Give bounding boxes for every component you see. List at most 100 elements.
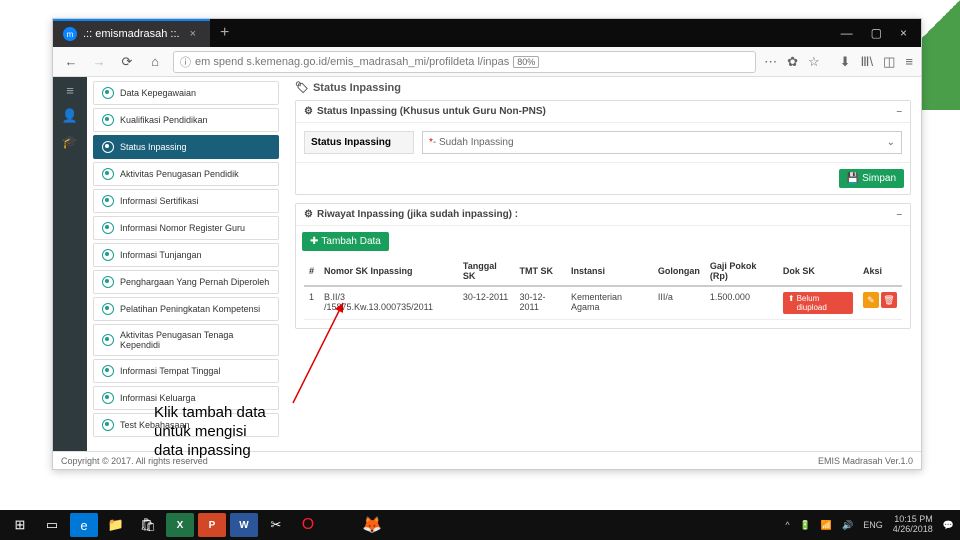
status-row: Status Inpassing * - Sudah Inpassing xyxy=(304,131,902,154)
circle-icon xyxy=(102,114,114,126)
circle-icon xyxy=(102,222,114,234)
sidebar-item-label: Informasi Tempat Tinggal xyxy=(120,366,220,376)
browser-window: m .:: emismadrasah ::. × + — ▢ × ← → ⟳ ⌂… xyxy=(52,18,922,470)
menu-icon[interactable]: ≡ xyxy=(905,54,913,69)
clock[interactable]: 10:15 PM 4/26/2018 xyxy=(893,515,933,535)
sidebar-item-label: Penghargaan Yang Pernah Diperoleh xyxy=(120,277,269,287)
circle-icon xyxy=(102,141,114,153)
explorer-icon[interactable]: 📁 xyxy=(102,513,130,537)
zoom-badge[interactable]: 80% xyxy=(513,56,539,68)
powerpoint-icon[interactable]: P xyxy=(198,513,226,537)
col-tmt: TMT SK xyxy=(515,257,566,286)
gear-icon: ⚙ xyxy=(304,106,313,117)
tab-close-icon[interactable]: × xyxy=(186,28,200,40)
sidebar-item-nrg[interactable]: Informasi Nomor Register Guru xyxy=(93,216,279,240)
edit-button[interactable]: ✎ xyxy=(863,292,879,308)
add-data-button[interactable]: ✚ Tambah Data xyxy=(302,232,389,251)
col-gaji: Gaji Pokok (Rp) xyxy=(705,257,778,286)
sidebar-item-kualifikasi[interactable]: Kualifikasi Pendidikan xyxy=(93,108,279,132)
sidebar-item-label: Data Kepegawaian xyxy=(120,88,196,98)
back-button[interactable]: ← xyxy=(61,54,81,69)
riwayat-table: # Nomor SK Inpassing Tanggal SK TMT SK I… xyxy=(304,257,902,320)
annotation-text: Klik tambah data untuk mengisi data inpa… xyxy=(154,404,266,460)
forward-button[interactable]: → xyxy=(89,54,109,69)
sidebar-item-aktivitas-pendidik[interactable]: Aktivitas Penugasan Pendidik xyxy=(93,162,279,186)
site-info-icon[interactable]: ⓘ xyxy=(180,54,191,70)
delete-button[interactable]: 🗑 xyxy=(881,292,897,308)
sidebar-item-aktivitas-tenaga[interactable]: Aktivitas Penugasan Tenaga Kependidi xyxy=(93,324,279,356)
snip-icon[interactable]: ✂ xyxy=(262,513,290,537)
sidebar-item-label: Informasi Sertifikasi xyxy=(120,196,199,206)
minimize-button[interactable]: — xyxy=(841,26,853,40)
opera-icon[interactable]: O xyxy=(294,513,322,537)
sidebar-item-label: Aktivitas Penugasan Tenaga Kependidi xyxy=(120,330,270,350)
url-bar[interactable]: ⓘ em spend s.kemenag.go.id/emis_madrasah… xyxy=(173,51,756,73)
sidebar-item-penghargaan[interactable]: Penghargaan Yang Pernah Diperoleh xyxy=(93,270,279,294)
chrome-icon[interactable] xyxy=(326,513,354,537)
word-icon[interactable]: W xyxy=(230,513,258,537)
sidebar-item-tempat-tinggal[interactable]: Informasi Tempat Tinggal xyxy=(93,359,279,383)
volume-icon[interactable]: 🔊 xyxy=(842,520,853,531)
download-icon[interactable]: ⬇ xyxy=(840,54,851,70)
excel-icon[interactable]: X xyxy=(166,513,194,537)
save-button[interactable]: 💾 Simpan xyxy=(839,169,904,188)
reader-icon[interactable]: ✿ xyxy=(787,54,798,70)
home-button[interactable]: ⌂ xyxy=(145,54,165,69)
circle-icon xyxy=(102,276,114,288)
bookmark-icon[interactable]: ☆ xyxy=(808,54,820,70)
start-button[interactable]: ⊞ xyxy=(6,513,34,537)
sidebar-item-inpassing[interactable]: Status Inpassing xyxy=(93,135,279,159)
status-select[interactable]: * - Sudah Inpassing xyxy=(422,131,902,154)
sidebar-menu: Data Kepegawaian Kualifikasi Pendidikan … xyxy=(87,77,285,451)
sidebar-item-pelatihan[interactable]: Pelatihan Peningkatan Kompetensi xyxy=(93,297,279,321)
tray-up-icon[interactable]: ^ xyxy=(785,520,789,530)
main-panel: 🏷 Status Inpassing ⚙ Status Inpassing (K… xyxy=(285,77,921,451)
circle-icon xyxy=(102,168,114,180)
battery-icon[interactable]: 🔋 xyxy=(800,520,811,531)
circle-icon xyxy=(102,87,114,99)
url-text: em spend s.kemenag.go.id/emis_madrasah_m… xyxy=(195,56,509,68)
close-button[interactable]: × xyxy=(900,26,907,40)
table-row: 1 B.II/3 /15875.Kw.13.000735/2011 30-12-… xyxy=(304,286,902,320)
gear-icon: ⚙ xyxy=(304,209,313,220)
sidebar-icon[interactable]: ◫ xyxy=(883,54,895,70)
strip-user-icon[interactable]: 👤 xyxy=(62,108,78,124)
store-icon[interactable]: 🛍 xyxy=(134,513,162,537)
collapse-icon[interactable]: – xyxy=(896,209,902,220)
col-gol: Golongan xyxy=(653,257,705,286)
window-controls: — ▢ × xyxy=(827,26,921,40)
upload-status-badge[interactable]: ⬆Belum diupload xyxy=(783,292,853,314)
sidebar-item-label: Status Inpassing xyxy=(120,142,187,152)
sidebar-item-label: Kualifikasi Pendidikan xyxy=(120,115,208,125)
firefox-icon[interactable]: 🦊 xyxy=(358,513,386,537)
edge-icon[interactable]: e xyxy=(70,513,98,537)
col-tgl: Tanggal SK xyxy=(458,257,515,286)
col-instansi: Instansi xyxy=(566,257,653,286)
new-tab-button[interactable]: + xyxy=(210,24,239,42)
reload-button[interactable]: ⟳ xyxy=(117,54,137,70)
status-label: Status Inpassing xyxy=(304,131,414,154)
task-view-button[interactable]: ▭ xyxy=(38,513,66,537)
sidebar-item-tunjangan[interactable]: Informasi Tunjangan xyxy=(93,243,279,267)
collapse-icon[interactable]: – xyxy=(896,106,902,117)
strip-grad-icon[interactable]: 🎓 xyxy=(62,134,78,150)
strip-menu-icon[interactable]: ≡ xyxy=(66,83,74,98)
sidebar-item-label: Pelatihan Peningkatan Kompetensi xyxy=(120,304,260,314)
lang-indicator[interactable]: ENG xyxy=(863,520,883,530)
library-icon[interactable]: Ⅲ\ xyxy=(861,54,874,70)
col-aksi: Aksi xyxy=(858,257,902,286)
browser-tab[interactable]: m .:: emismadrasah ::. × xyxy=(53,19,210,47)
slide-background: m .:: emismadrasah ::. × + — ▢ × ← → ⟳ ⌂… xyxy=(0,0,960,540)
sidebar-item-kepegawaian[interactable]: Data Kepegawaian xyxy=(93,81,279,105)
circle-icon xyxy=(102,334,114,346)
sidebar-item-sertifikasi[interactable]: Informasi Sertifikasi xyxy=(93,189,279,213)
wifi-icon[interactable]: 📶 xyxy=(821,520,832,531)
circle-icon xyxy=(102,365,114,377)
riwayat-card: ⚙ Riwayat Inpassing (jika sudah inpassin… xyxy=(295,203,911,329)
plus-icon: ✚ xyxy=(310,236,318,247)
sidebar-item-label: Informasi Tunjangan xyxy=(120,250,202,260)
more-icon[interactable]: ⋯ xyxy=(764,54,777,70)
status-card: ⚙ Status Inpassing (Khusus untuk Guru No… xyxy=(295,100,911,195)
notifications-icon[interactable]: 💬 xyxy=(943,520,954,531)
maximize-button[interactable]: ▢ xyxy=(871,26,882,40)
